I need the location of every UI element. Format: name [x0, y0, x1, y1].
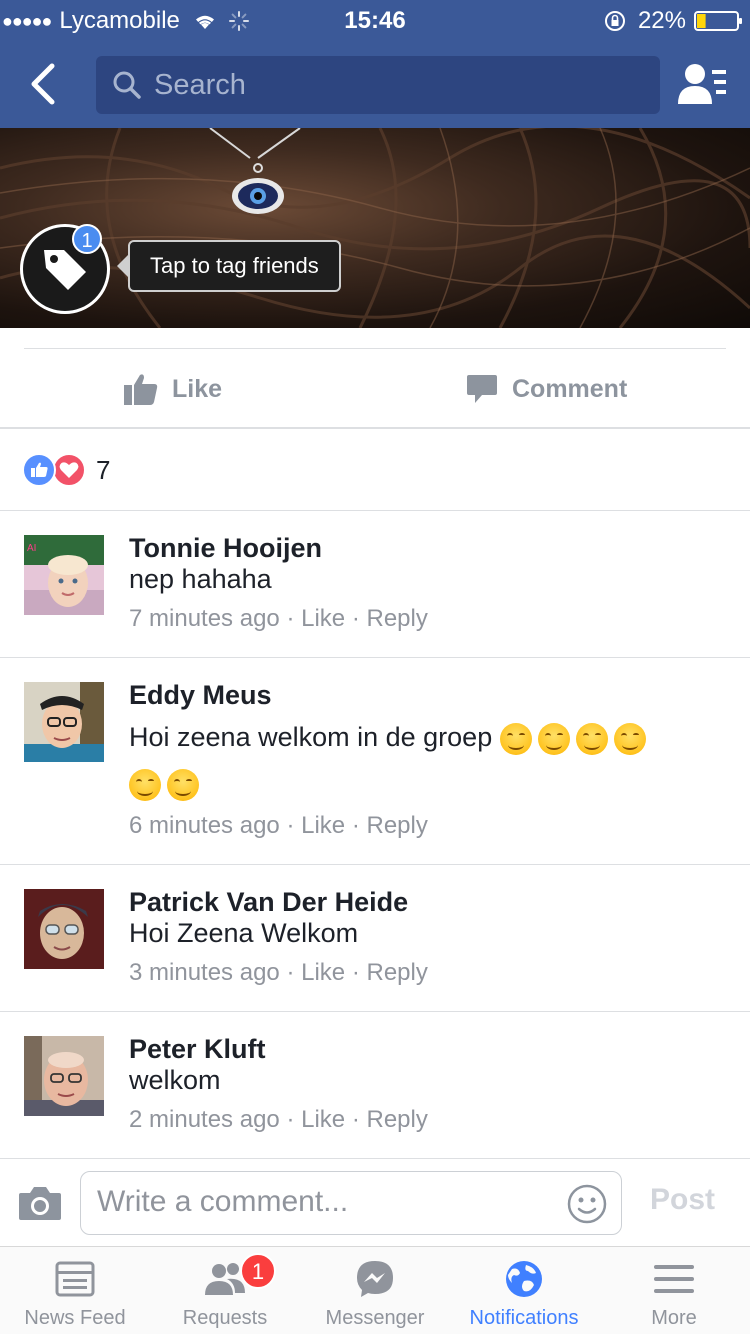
tab-notifications[interactable]: Notifications: [449, 1247, 599, 1334]
comment-text: nep hahaha: [129, 564, 272, 594]
smiling-face-emoji-icon: [167, 768, 199, 801]
comment-time: 2 minutes ago: [129, 1106, 280, 1133]
news-feed-icon: [55, 1261, 95, 1297]
smiling-face-emoji-icon: [129, 768, 161, 801]
status-bar: ●●●●● Lycamobile 15:46 22%: [0, 0, 750, 40]
requests-icon: [205, 1263, 245, 1295]
comment-reply-link[interactable]: Reply: [366, 1106, 427, 1133]
meta-separator: ·: [351, 605, 360, 632]
meta-separator: ·: [351, 812, 360, 839]
smiling-face-emoji-icon: [499, 722, 532, 755]
love-reaction-icon: [52, 453, 86, 487]
globe-icon: [506, 1261, 542, 1297]
comment-item: Peter Kluft welkom 2 minutes ago · Like …: [0, 1012, 750, 1158]
comment-reply-link[interactable]: Reply: [366, 812, 427, 839]
tag-count-badge: 1: [72, 224, 102, 254]
like-label: Like: [172, 374, 223, 403]
smiling-face-emoji-icon: [575, 722, 608, 755]
hair-texture: [0, 128, 750, 328]
tag-tooltip[interactable]: Tap to tag friends: [128, 240, 341, 292]
comment-like-link[interactable]: Like: [301, 1106, 345, 1133]
thumbs-up-icon: [124, 374, 158, 405]
sticker-smiley-icon[interactable]: [567, 1184, 607, 1224]
back-chevron-icon[interactable]: [26, 60, 60, 108]
comment-label: Comment: [512, 374, 628, 403]
tab-label: More: [651, 1307, 697, 1329]
comment-item: Eddy Meus Hoi zeena welkom in de groep 6…: [0, 658, 750, 864]
comment-time: 7 minutes ago: [129, 605, 280, 632]
reactions-summary[interactable]: 7: [22, 450, 110, 490]
camera-icon[interactable]: [18, 1185, 62, 1221]
friends-list-icon[interactable]: [678, 62, 728, 106]
comment-meta: 3 minutes ago · Like · Reply: [129, 959, 428, 987]
comment-author[interactable]: Eddy Meus: [129, 680, 272, 711]
comment-meta: 2 minutes ago · Like · Reply: [129, 1106, 428, 1134]
search-bar[interactable]: Search: [96, 56, 660, 114]
comment-reply-link[interactable]: Reply: [366, 959, 427, 986]
battery-percent: 22%: [637, 7, 686, 34]
rotation-lock-icon: [604, 11, 625, 31]
post-photo[interactable]: 1 Tap to tag friends: [0, 128, 750, 328]
meta-separator: ·: [286, 605, 295, 632]
comment-like-link[interactable]: Like: [301, 605, 345, 632]
menu-icon: [654, 1265, 694, 1293]
requests-badge: 1: [240, 1253, 276, 1289]
meta-separator: ·: [286, 812, 295, 839]
comment-item: AI Tonnie Hooijen nep hahaha 7 minutes a…: [0, 511, 750, 657]
comment-input-placeholder: Write a comment...: [97, 1185, 349, 1218]
smiling-face-emoji-icon: [613, 722, 646, 755]
comment-input[interactable]: Write a comment...: [80, 1171, 622, 1235]
post-button[interactable]: Post: [650, 1183, 715, 1217]
like-reaction-icon: [22, 453, 56, 487]
comment-text: welkom: [129, 1065, 221, 1095]
comment-meta: 6 minutes ago · Like · Reply: [129, 812, 428, 840]
tab-label: Requests: [182, 1307, 268, 1329]
comment-reply-link[interactable]: Reply: [366, 605, 427, 632]
comment-like-link[interactable]: Like: [301, 812, 345, 839]
tab-label: Notifications: [469, 1307, 579, 1329]
tab-more[interactable]: More: [599, 1247, 749, 1334]
tab-label: News Feed: [24, 1307, 126, 1329]
meta-separator: ·: [351, 959, 360, 986]
avatar[interactable]: [24, 682, 104, 762]
tab-news-feed[interactable]: News Feed: [0, 1247, 150, 1334]
speech-bubble-icon: [467, 375, 497, 403]
tab-label: Messenger: [325, 1307, 425, 1329]
meta-separator: ·: [286, 959, 295, 986]
avatar[interactable]: [24, 889, 104, 969]
avatar[interactable]: AI: [24, 535, 104, 615]
like-button[interactable]: Like: [124, 349, 222, 429]
comment-item: Patrick Van Der Heide Hoi Zeena Welkom 3…: [0, 865, 750, 1011]
comment-text: Hoi Zeena Welkom: [129, 918, 359, 948]
nav-bar: Search: [0, 40, 750, 128]
comment-text: Hoi zeena welkom in de groep: [129, 722, 493, 752]
battery-icon: [694, 11, 742, 31]
search-icon: [113, 71, 141, 99]
comment-like-link[interactable]: Like: [301, 959, 345, 986]
reaction-count: 7: [96, 454, 111, 485]
comment-time: 6 minutes ago: [129, 812, 280, 839]
comment-button[interactable]: Comment: [466, 349, 627, 429]
emoji-group: [499, 722, 652, 755]
post-actions: Like Comment: [0, 349, 750, 429]
svg-text:AI: AI: [27, 543, 36, 554]
comment-time: 3 minutes ago: [129, 959, 280, 986]
tab-requests[interactable]: 1 Requests: [150, 1247, 300, 1334]
search-placeholder: Search: [154, 68, 246, 101]
emoji-group: [129, 768, 205, 801]
comment-composer: Write a comment... Post: [0, 1158, 750, 1246]
meta-separator: ·: [351, 1106, 360, 1133]
comment-text-block: Hoi zeena welkom in de groep: [129, 714, 729, 806]
smiling-face-emoji-icon: [537, 722, 570, 755]
messenger-icon: [357, 1261, 393, 1297]
tab-messenger[interactable]: Messenger: [300, 1247, 450, 1334]
tab-bar: News Feed 1 Requests Messenger Notificat…: [0, 1246, 750, 1334]
avatar[interactable]: [24, 1036, 104, 1116]
meta-separator: ·: [286, 1106, 295, 1133]
comment-meta: 7 minutes ago · Like · Reply: [129, 605, 428, 633]
